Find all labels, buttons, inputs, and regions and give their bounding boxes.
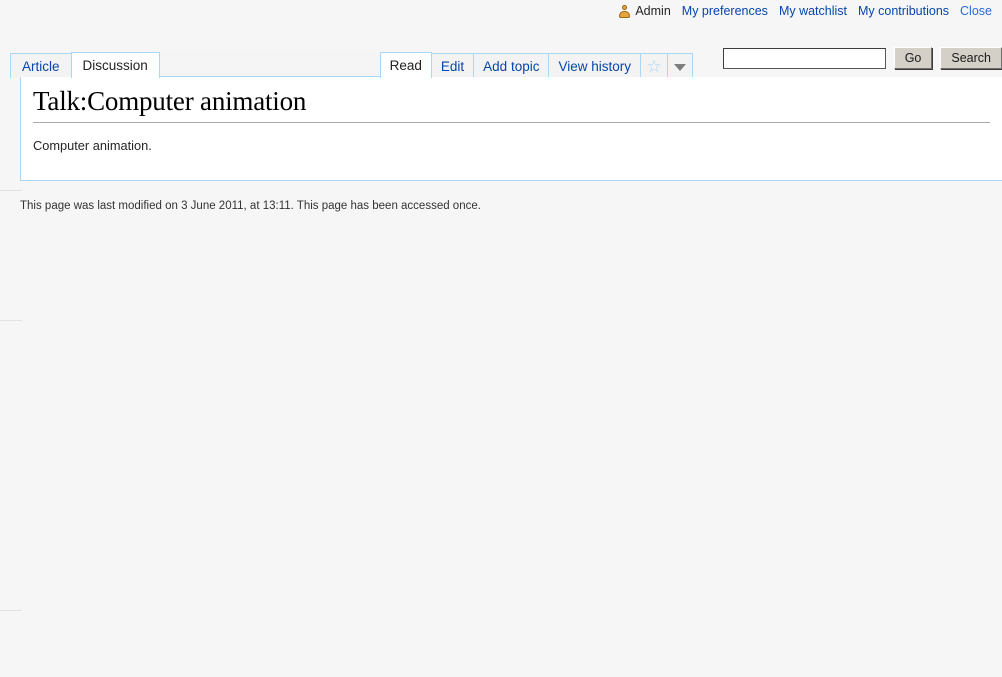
content-area: Talk:Computer animation Computer animati…	[20, 77, 1002, 181]
namespace-tabs: Article Discussion	[10, 44, 160, 78]
tab-discussion[interactable]: Discussion	[70, 52, 160, 78]
tab-edit[interactable]: Edit	[430, 53, 475, 78]
tab-view-history[interactable]: View history	[548, 53, 641, 78]
page-action-tabs: Read Edit Add topic View history ☆	[379, 44, 693, 78]
footer-lastmod-text: This page was last modified on 3 June 20…	[20, 200, 481, 212]
sidebar-divider	[0, 190, 22, 191]
personal-tools-bar: Admin My preferences My watchlist My con…	[618, 0, 992, 22]
personal-link-my-contributions[interactable]: My contributions	[858, 4, 949, 18]
sidebar-rail	[0, 0, 22, 677]
personal-username[interactable]: Admin	[635, 4, 670, 18]
personal-link-my-watchlist[interactable]: My watchlist	[779, 4, 847, 18]
personal-link-my-preferences[interactable]: My preferences	[682, 4, 768, 18]
tab-read[interactable]: Read	[379, 52, 432, 78]
search-go-button[interactable]: Go	[893, 47, 933, 69]
personal-link-close[interactable]: Close	[960, 4, 992, 18]
chevron-down-icon	[674, 64, 686, 71]
user-avatar-icon	[618, 4, 631, 18]
tab-add-topic-label[interactable]: Add topic	[483, 59, 539, 74]
footer-info: This page was last modified on 3 June 20…	[20, 198, 1002, 214]
sidebar-divider	[0, 610, 22, 611]
tab-view-history-label[interactable]: View history	[558, 59, 631, 74]
search-submit-button[interactable]: Search	[940, 47, 1002, 69]
navigation-bar: Article Discussion Read Edit Add topic V…	[10, 44, 1002, 78]
personal-user-item[interactable]: Admin	[618, 4, 671, 18]
page-title: Talk:Computer animation	[33, 86, 990, 123]
tab-discussion-label: Discussion	[82, 58, 148, 73]
tab-article-label[interactable]: Article	[22, 59, 60, 74]
page-body-text: Computer animation.	[33, 137, 152, 153]
watch-star-button[interactable]: ☆	[640, 53, 668, 78]
tab-edit-label[interactable]: Edit	[441, 59, 464, 74]
tab-add-topic[interactable]: Add topic	[473, 53, 550, 78]
tab-article[interactable]: Article	[10, 53, 72, 78]
search-input[interactable]	[722, 47, 886, 69]
tab-read-label: Read	[389, 58, 422, 73]
more-actions-button[interactable]	[667, 53, 693, 78]
sidebar-divider	[0, 320, 22, 321]
search-form: Go Search	[722, 47, 1002, 69]
star-outline-icon: ☆	[646, 57, 662, 76]
